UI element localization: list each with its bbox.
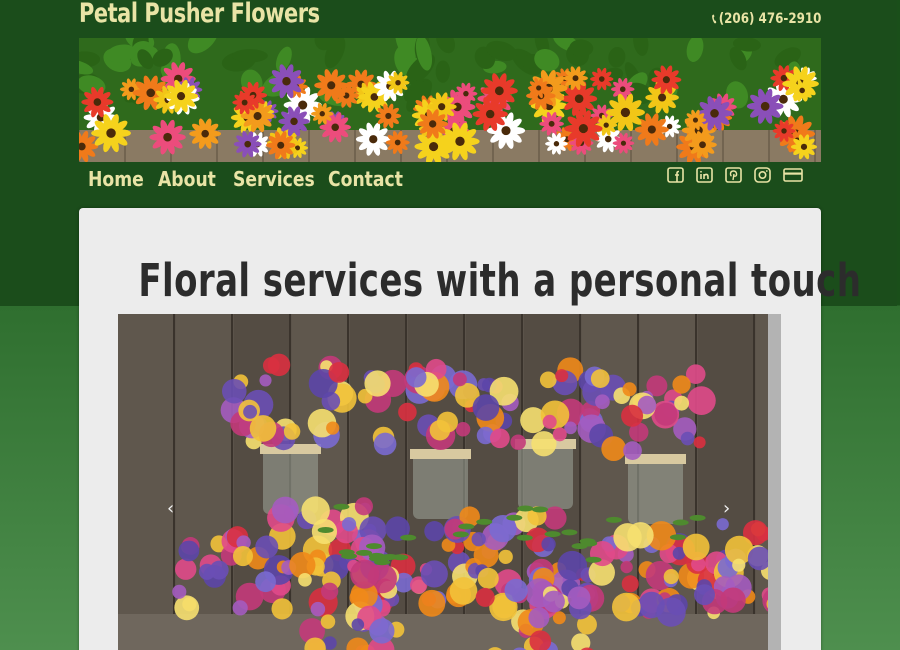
nav-services[interactable]: Services (233, 167, 315, 191)
carousel-next-button[interactable]: › (723, 498, 730, 519)
pinterest-icon[interactable] (725, 167, 742, 183)
social-links (667, 167, 803, 183)
site-title[interactable]: Petal Pusher Flowers (79, 0, 320, 29)
facebook-icon[interactable] (667, 167, 684, 183)
carousel-scrollbar[interactable] (768, 314, 781, 650)
page-headline: Floral services with a personal touch (138, 254, 862, 307)
credit-card-icon[interactable] (783, 167, 803, 183)
bouquet-photo (118, 314, 781, 650)
linkedin-icon[interactable] (696, 167, 713, 183)
photo-carousel[interactable]: ‹ › (118, 314, 781, 650)
phone-icon: 📞︎ (711, 12, 716, 27)
nav-contact[interactable]: Contact (328, 167, 403, 191)
flower-banner-image (79, 38, 821, 162)
phone-text: (206) 476-2910 (718, 11, 821, 27)
instagram-icon[interactable] (754, 167, 771, 183)
phone-number[interactable]: 📞︎ (206) 476-2910 (712, 11, 821, 27)
flower-banner-illustration (79, 38, 821, 162)
main-content: Floral services with a personal touch ‹ … (79, 208, 862, 650)
main-nav: Home About Services Contact (79, 162, 821, 202)
nav-about[interactable]: About (158, 167, 216, 191)
site-header: Petal Pusher Flowers 📞︎ (206) 476-2910 (79, 0, 821, 38)
carousel-prev-button[interactable]: ‹ (167, 498, 174, 519)
nav-home[interactable]: Home (88, 167, 144, 191)
